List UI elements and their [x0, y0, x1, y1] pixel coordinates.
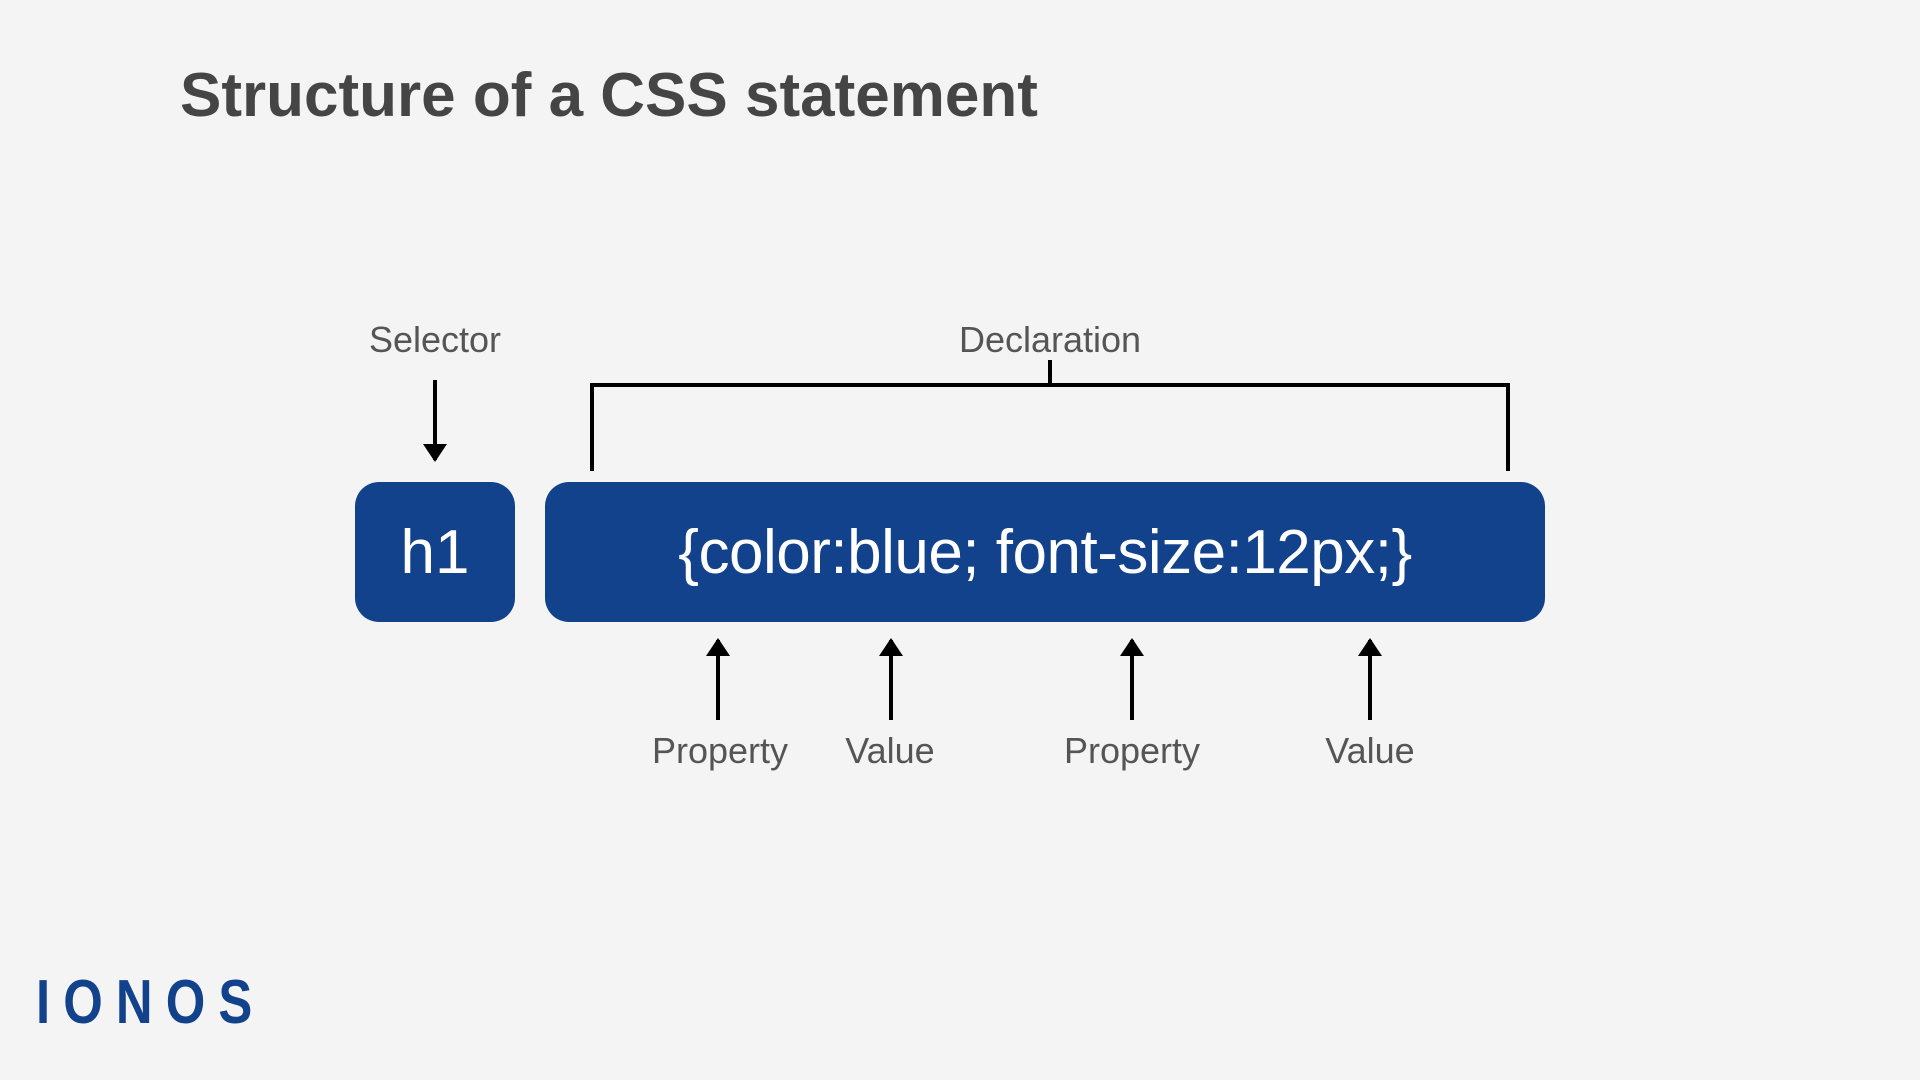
- bracket-stem-icon: [1048, 360, 1052, 383]
- arrow-selector-icon: [433, 380, 437, 460]
- declaration-text: {color:blue; font-size:12px;}: [678, 517, 1411, 588]
- arrow-value2-icon: [1368, 640, 1372, 720]
- label-selector: Selector: [365, 319, 505, 361]
- arrow-property2-icon: [1130, 640, 1134, 720]
- arrow-value1-icon: [889, 640, 893, 720]
- label-property1: Property: [640, 730, 800, 772]
- selector-text: h1: [401, 517, 470, 588]
- ionos-logo: IONOS: [36, 967, 265, 1038]
- selector-box: h1: [355, 482, 515, 622]
- label-declaration: Declaration: [950, 319, 1150, 361]
- label-value2: Value: [1310, 730, 1430, 772]
- arrow-property1-icon: [716, 640, 720, 720]
- label-value1: Value: [830, 730, 950, 772]
- declaration-bracket-icon: [590, 383, 1510, 471]
- declaration-box: {color:blue; font-size:12px;}: [545, 482, 1545, 622]
- page-title: Structure of a CSS statement: [180, 60, 1038, 131]
- label-property2: Property: [1052, 730, 1212, 772]
